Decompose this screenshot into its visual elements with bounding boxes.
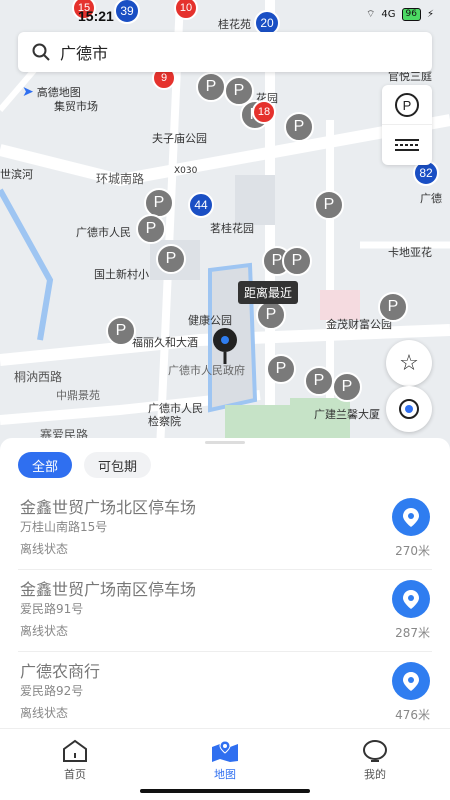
navigate-icon [403,672,419,691]
cluster-badge[interactable]: 44 [188,192,214,218]
navigate-icon [403,508,419,527]
parking-marker[interactable]: P [282,246,312,276]
search-bar[interactable]: 广德市 [18,32,432,72]
logo-text: 高德地图 [36,86,81,99]
parking-marker[interactable]: P [136,214,166,244]
list-item[interactable]: 金鑫世贸广场南区停车场 爱民路91号 离线状态 287米 [18,570,432,652]
map-label: 中鼎景苑 [56,389,100,402]
map-label: 茗桂花园 [210,222,254,235]
tab-all[interactable]: 全部 [18,452,73,478]
navigate-icon [403,590,419,609]
road-label: 桐汭西路 [14,370,63,384]
nav-label: 我的 [364,768,386,781]
lot-distance: 270米 [395,544,430,558]
locate-button[interactable] [386,386,432,432]
home-icon [63,739,87,762]
parking-marker[interactable]: P [266,354,296,384]
cluster-badge[interactable]: 18 [252,100,276,124]
map-label: 广德 [420,192,442,205]
favorite-button[interactable]: ☆ [386,340,432,386]
parking-marker[interactable]: P [304,366,334,396]
parking-marker[interactable]: P [106,316,136,346]
map-label: 卡地亚花 [388,246,432,259]
parking-filter-button[interactable]: P [382,85,432,125]
nearest-tooltip: 距离最近 [238,281,299,304]
home-indicator [140,789,310,793]
map-label: 广建兰馨大厦 [314,408,380,421]
amap-logo: ➤ 高德地图 [22,84,81,100]
star-icon: ☆ [399,350,419,376]
filter-tabs: 全部 可包期 [18,452,152,478]
nav-label: 首页 [64,768,86,781]
map-label: 福丽久和大酒 [132,336,198,349]
sheet-handle[interactable] [205,441,245,444]
nav-profile[interactable]: 我的 [300,729,450,800]
svg-text:P: P [403,98,412,113]
map-label: 广德市人民检察院 [148,402,203,428]
lot-distance: 476米 [395,708,430,722]
status-bar: 15:21 ⌔ 4G 96 ⚡ [0,6,450,28]
navigate-button[interactable] [392,662,430,700]
lot-address: 爱民路92号 [20,684,84,698]
lot-address: 万桂山南路15号 [20,520,108,534]
battery-icon: 96 [401,8,421,21]
locate-icon [399,399,419,419]
parking-marker[interactable]: P [256,300,286,330]
parking-list: 金鑫世贸广场北区停车场 万桂山南路15号 离线状态 270米 金鑫世贸广场南区停… [0,488,450,734]
lot-name: 金鑫世贸广场南区停车场 [20,580,197,599]
lot-name: 广德农商行 [20,662,101,681]
network-label: 4G [381,9,396,20]
parking-marker[interactable]: P [332,372,362,402]
lot-state: 离线状态 [20,542,69,556]
parking-marker[interactable]: P [196,72,226,102]
road-code: X030 [174,166,198,176]
map-label: 夫子庙公园 [152,132,207,145]
navigate-button[interactable] [392,580,430,618]
list-item[interactable]: 金鑫世贸广场北区停车场 万桂山南路15号 离线状态 270米 [18,488,432,570]
map-label: 世滨河 [0,168,33,181]
nav-home[interactable]: 首页 [0,729,150,800]
search-input[interactable]: 广德市 [60,40,108,64]
lot-state: 离线状态 [20,706,69,720]
profile-icon [363,740,387,762]
logo-arrow-icon: ➤ [22,84,34,100]
nav-label: 地图 [214,768,236,781]
parking-marker[interactable]: P [378,292,408,322]
navigate-button[interactable] [392,498,430,536]
search-icon [32,43,50,61]
parking-marker[interactable]: P [314,190,344,220]
parking-marker[interactable]: P [284,112,314,142]
lot-name: 金鑫世贸广场北区停车场 [20,498,197,517]
list-item[interactable]: 广德农商行 爱民路92号 离线状态 476米 [18,652,432,734]
wifi-icon: ⌔ [365,9,376,20]
parking-icon: P [395,92,419,117]
map-label: 集贸市场 [54,100,98,113]
lot-state: 离线状态 [20,624,69,638]
layers-icon [395,139,419,151]
current-location-pin-icon [213,328,237,364]
map-label: 广德市人民 [76,226,131,239]
map-tool-panel: P [382,85,432,165]
status-time: 15:21 [78,8,114,24]
traffic-layer-button[interactable] [382,125,432,165]
map-label: 国土新村小 [94,268,149,281]
map-label: 金茂财富公园 [326,318,392,331]
parking-marker[interactable]: P [156,244,186,274]
lot-distance: 287米 [395,626,430,640]
lot-address: 爱民路91号 [20,602,84,616]
tab-package[interactable]: 可包期 [84,452,152,478]
charging-icon: ⚡ [426,9,434,20]
map-icon [212,740,238,762]
road-label: 环城南路 [96,172,145,186]
